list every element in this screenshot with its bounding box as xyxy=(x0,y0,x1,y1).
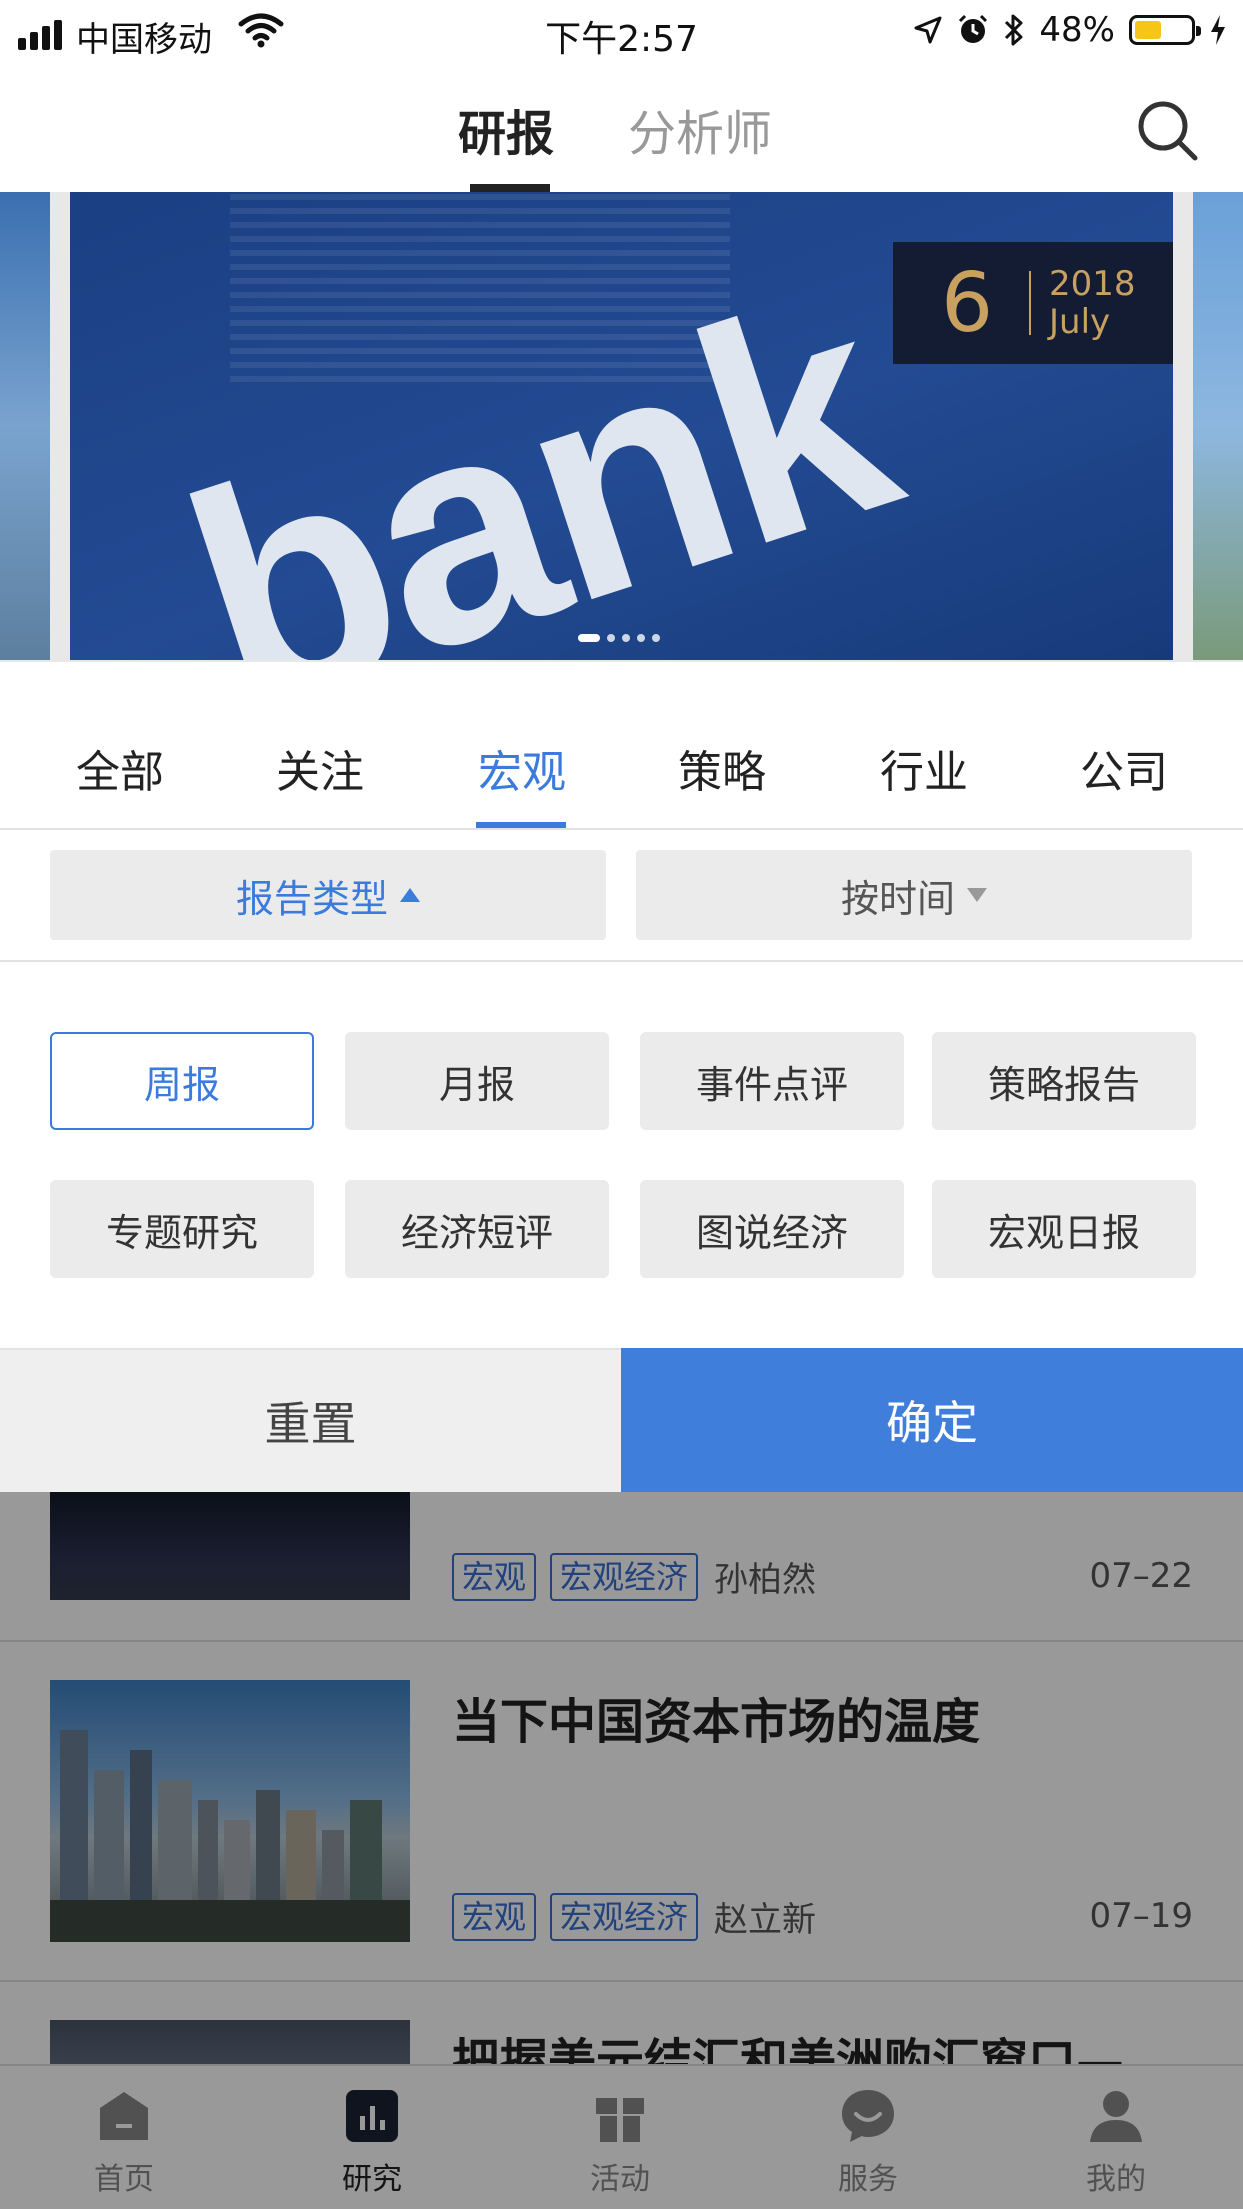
category-tab-industry[interactable]: 行业 xyxy=(880,736,968,800)
battery-percent: 48% xyxy=(1039,10,1115,50)
carousel-dot[interactable] xyxy=(652,634,660,642)
carousel-dot[interactable] xyxy=(637,634,645,642)
carousel-dot[interactable] xyxy=(578,634,600,642)
category-tabs: 全部 关注 宏观 策略 行业 公司 xyxy=(0,690,1243,830)
option-strategy-report[interactable]: 策略报告 xyxy=(932,1032,1196,1130)
top-nav: 研报 分析师 xyxy=(0,64,1243,192)
reset-button[interactable]: 重置 xyxy=(0,1348,621,1492)
report-type-filter[interactable]: 报告类型 xyxy=(50,850,606,940)
option-monthly[interactable]: 月报 xyxy=(345,1032,609,1130)
report-type-label: 报告类型 xyxy=(235,876,388,921)
option-special-research[interactable]: 专题研究 xyxy=(50,1180,314,1278)
category-tab-company[interactable]: 公司 xyxy=(1080,736,1168,800)
banner-carousel[interactable]: bank 6 2018 July xyxy=(0,192,1243,662)
filter-actions: 重置 确定 xyxy=(0,1348,1243,1492)
category-tab-strategy[interactable]: 策略 xyxy=(678,736,766,800)
nav-tab-indicator xyxy=(470,184,550,192)
option-weekly[interactable]: 周报 xyxy=(50,1032,314,1130)
option-macro-daily[interactable]: 宏观日报 xyxy=(932,1180,1196,1278)
battery-icon xyxy=(1129,15,1201,45)
time-sort-label: 按时间 xyxy=(840,876,955,921)
category-tab-all[interactable]: 全部 xyxy=(76,736,164,800)
category-tab-macro[interactable]: 宏观 xyxy=(478,736,566,800)
banner-month: July xyxy=(1049,302,1111,342)
filter-bar: 报告类型 按时间 xyxy=(0,832,1243,962)
banner-prev-slide[interactable] xyxy=(0,192,50,660)
bluetooth-icon xyxy=(1005,14,1023,46)
carousel-indicator xyxy=(578,634,660,642)
category-tab-follow[interactable]: 关注 xyxy=(276,736,364,800)
location-icon xyxy=(914,16,942,44)
modal-backdrop[interactable] xyxy=(0,1492,1243,2209)
caret-down-icon xyxy=(967,888,987,902)
banner-date-badge: 6 2018 July xyxy=(893,242,1173,364)
report-type-options: 周报 月报 事件点评 策略报告 专题研究 经济短评 图说经济 宏观日报 xyxy=(0,962,1243,1348)
banner-slide[interactable]: bank 6 2018 July xyxy=(70,192,1173,660)
banner-date-divider xyxy=(1029,271,1031,335)
charging-icon xyxy=(1211,15,1225,45)
confirm-button[interactable]: 确定 xyxy=(621,1348,1243,1492)
carousel-dot[interactable] xyxy=(622,634,630,642)
option-economy-brief[interactable]: 经济短评 xyxy=(345,1180,609,1278)
carousel-dot[interactable] xyxy=(607,634,615,642)
banner-year: 2018 xyxy=(1049,264,1136,304)
banner-next-slide[interactable] xyxy=(1193,192,1243,660)
status-bar: 中国移动 下午2:57 48% xyxy=(0,0,1243,64)
tab-research[interactable]: 研报 xyxy=(458,94,554,164)
time-sort-filter[interactable]: 按时间 xyxy=(636,850,1192,940)
category-tab-indicator xyxy=(476,822,566,828)
banner-day: 6 xyxy=(941,255,994,351)
caret-up-icon xyxy=(400,888,420,902)
alarm-icon xyxy=(959,14,988,43)
tab-analyst[interactable]: 分析师 xyxy=(628,94,772,164)
option-economy-charts[interactable]: 图说经济 xyxy=(640,1180,904,1278)
option-event-review[interactable]: 事件点评 xyxy=(640,1032,904,1130)
search-icon[interactable] xyxy=(1135,98,1199,162)
